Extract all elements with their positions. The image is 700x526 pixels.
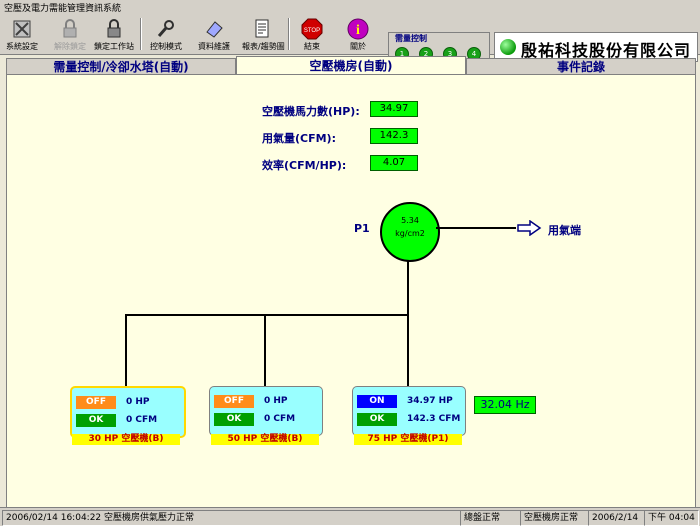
compressor-unit-75hp[interactable]: ON 34.97 HP OK 142.3 CFM <box>352 386 466 436</box>
lock-icon <box>107 19 121 38</box>
metric-value-efficiency: 4.07 <box>370 155 418 171</box>
unit-state-badge: OFF <box>214 395 254 408</box>
metric-label-cfm: 用氣量(CFM): <box>262 132 336 145</box>
status-time: 下午 04:04 <box>644 510 699 526</box>
unit-ok-badge: OK <box>76 414 116 427</box>
data-maintenance-button[interactable]: 資料維護 <box>194 16 234 52</box>
header-tank-pressure: 5.34 <box>401 216 419 225</box>
status-bar: 2006/02/14 16:04:22 空壓機房供氣壓力正常 總盤正常 空壓機房… <box>0 507 700 526</box>
unit-cfm-value: 0 CFM <box>126 415 158 425</box>
pipe-unit-1 <box>125 314 127 386</box>
unit-label: 75 HP 空壓機(P1) <box>354 434 462 445</box>
supply-line <box>436 227 516 229</box>
toolbar-separator <box>288 18 290 50</box>
stop-icon: STOP <box>301 18 323 40</box>
frequency-readout: 32.04 Hz <box>474 396 536 414</box>
metric-value-hp: 34.97 <box>370 101 418 117</box>
unit-state-badge: ON <box>357 395 397 408</box>
company-logo-icon <box>500 39 516 55</box>
pipe-riser <box>407 260 409 316</box>
control-mode-button[interactable]: 控制模式 <box>146 16 186 52</box>
svg-text:STOP: STOP <box>304 28 320 34</box>
header-tank-name: P1 <box>354 222 370 235</box>
unit-label: 50 HP 空壓機(B) <box>211 434 319 445</box>
air-use-end-label: 用氣端 <box>548 224 581 237</box>
unit-label: 30 HP 空壓機(B) <box>72 434 180 445</box>
lock-workstation-button[interactable]: 鎖定工作站 <box>94 16 134 52</box>
demand-control-title: 需量控制 <box>395 34 427 43</box>
unit-cfm-value: 142.3 CFM <box>407 414 461 424</box>
window-title: 空壓及電力需能管理資訊系統 <box>4 4 122 14</box>
metric-value-cfm: 142.3 <box>370 128 418 144</box>
status-message: 2006/02/14 16:04:22 空壓機房供氣壓力正常 <box>2 510 461 526</box>
document-icon <box>255 19 269 38</box>
unit-state-badge: OFF <box>76 396 116 409</box>
compressor-unit-50hp[interactable]: OFF 0 HP OK 0 CFM <box>209 386 323 436</box>
status-date: 2006/2/14 <box>588 510 645 526</box>
arrow-right-icon <box>517 220 542 236</box>
tab-demand-cooling[interactable]: 需量控制/冷卻水塔(自動) <box>6 58 236 75</box>
toolbar: 系統設定 解除鎖定 鎖定工作站 控制模式 資料維護 報表/趨勢圖 STOP 結束… <box>0 14 700 66</box>
report-trend-button[interactable]: 報表/趨勢圖 <box>242 16 285 52</box>
metric-label-hp: 空壓機馬力數(HP): <box>262 105 360 118</box>
title-bar: 空壓及電力需能管理資訊系統 <box>0 0 700 15</box>
unit-cfm-value: 0 CFM <box>264 414 296 424</box>
exit-button[interactable]: STOP 結束 <box>292 16 332 52</box>
compressor-unit-30hp[interactable]: OFF 0 HP OK 0 CFM <box>70 386 186 438</box>
info-icon: i <box>347 18 369 40</box>
unit-ok-badge: OK <box>357 413 397 426</box>
tab-bar: 需量控制/冷卻水塔(自動) 空壓機房(自動) 事件記錄 <box>0 56 700 77</box>
unlock-button[interactable]: 解除鎖定 <box>50 16 90 52</box>
wrench-icon <box>157 20 174 37</box>
toolbar-separator <box>140 18 142 50</box>
unit-hp-value: 0 HP <box>126 397 150 407</box>
header-tank-unit: kg/cm2 <box>395 229 425 238</box>
eraser-icon <box>206 21 223 38</box>
status-room: 空壓機房正常 <box>520 510 589 526</box>
pipe-unit-2 <box>264 314 266 386</box>
svg-text:i: i <box>356 23 360 38</box>
pipe-unit-3 <box>407 314 409 386</box>
system-settings-button[interactable]: 系統設定 <box>2 16 42 52</box>
tools-icon <box>13 20 31 38</box>
unit-hp-value: 0 HP <box>264 396 288 406</box>
metric-label-efficiency: 效率(CFM/HP): <box>262 159 347 172</box>
unit-hp-value: 34.97 HP <box>407 396 453 406</box>
tab-event-log[interactable]: 事件記錄 <box>466 58 696 75</box>
lock-icon <box>63 19 77 38</box>
about-button[interactable]: i 關於 <box>338 16 378 52</box>
unit-ok-badge: OK <box>214 413 254 426</box>
header-tank-gauge[interactable]: 5.34 kg/cm2 <box>380 202 440 262</box>
pipe-manifold <box>125 314 409 316</box>
status-panel: 總盤正常 <box>460 510 521 526</box>
